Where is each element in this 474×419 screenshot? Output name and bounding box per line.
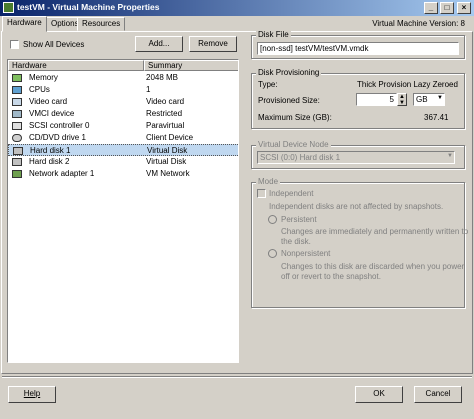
independent-label: Independent [269,189,314,198]
hardware-summary: Restricted [146,109,183,118]
cancel-button[interactable]: Cancel [414,386,462,403]
hardware-name: SCSI controller 0 [29,121,90,130]
hardware-name: CD/DVD drive 1 [29,133,86,142]
nonpersistent-radio[interactable] [268,249,277,258]
persistent-description: Changes are immediately and permanently … [281,227,469,236]
maximum-size-label: Maximum Size (GB): [258,113,332,122]
remove-button-label: Remove [198,39,228,48]
spinner-down-icon[interactable]: ▼ [398,100,406,106]
video-card-icon [12,98,22,106]
hardware-name: Memory [29,73,58,82]
disk-file-field[interactable]: [non-ssd] testVM/testVM.vmdk [257,42,459,55]
hardware-summary: VM Network [146,169,190,178]
independent-description: Independent disks are not affected by sn… [269,202,444,211]
hardware-name: Hard disk 1 [30,146,71,155]
remove-button[interactable]: Remove [189,36,237,52]
table-row[interactable]: Video card Video card [8,96,238,108]
persistent-label: Persistent [281,215,317,224]
cancel-button-label: Cancel [425,389,451,398]
tab-bar: Hardware Options Resources Virtual Machi… [0,16,474,32]
add-button-label: Add... [148,39,170,48]
hardware-summary: Virtual Disk [146,157,187,166]
network-adapter-icon [12,170,22,178]
virtual-device-node-title: Virtual Device Node [256,140,331,149]
hardware-name: CPUs [29,85,50,94]
nonpersistent-description: off or revert to the snapshot. [281,272,381,281]
scsi-icon [12,122,22,130]
provisioned-size-input[interactable]: 5 [356,93,397,106]
disk-provisioning-title: Disk Provisioning [256,68,322,77]
hardware-summary: 2048 MB [146,73,179,82]
size-spinner[interactable]: ▲ ▼ [397,93,407,106]
hardware-name: VMCI device [29,109,75,118]
ok-button-label: OK [373,389,385,398]
persistent-radio[interactable] [268,215,277,224]
chevron-down-icon[interactable]: ▼ [437,95,443,101]
type-label: Type: [258,80,278,89]
table-row[interactable]: CPUs 1 [8,84,238,96]
size-unit-select[interactable]: GB ▼ [413,93,445,106]
provisioned-size-label: Provisioned Size: [258,96,320,105]
help-button-label: Help [23,389,41,398]
memory-icon [12,74,22,82]
hardware-summary: Video card [146,97,185,106]
window-title: testVM - Virtual Machine Properties [17,2,160,12]
maximize-button[interactable]: □ [440,2,454,14]
table-row[interactable]: CD/DVD drive 1 Client Device [8,132,238,144]
hardware-name: Network adapter 1 [29,169,95,178]
close-button[interactable]: × [457,2,471,14]
tab-hardware[interactable]: Hardware [2,16,47,32]
maximum-size-value: 367.41 [424,113,449,122]
table-row[interactable]: Network adapter 1 VM Network [8,168,238,180]
virtual-device-node-value: SCSI (0:0) Hard disk 1 [260,153,341,162]
virtual-device-node-select[interactable]: SCSI (0:0) Hard disk 1 ▼ [257,151,455,164]
cpu-icon [12,86,22,94]
hardware-summary: 1 [146,85,151,94]
mode-title: Mode [256,177,281,186]
column-header-summary[interactable]: Summary [144,60,238,71]
hardware-name: Video card [29,97,68,106]
size-unit-value: GB [416,95,428,104]
show-all-devices-label: Show All Devices [23,40,85,49]
hard-disk-icon [13,147,23,155]
vmci-icon [12,110,22,118]
help-button[interactable]: Help [8,386,56,403]
vm-version-label: Virtual Machine Version: 8 [372,19,465,28]
hard-disk-icon [12,158,22,166]
show-all-devices-checkbox[interactable] [10,40,19,49]
ok-button[interactable]: OK [355,386,403,403]
vm-icon [3,2,14,13]
table-row-selected[interactable]: Hard disk 1 Virtual Disk [8,144,238,156]
independent-checkbox[interactable] [257,189,266,198]
table-row[interactable]: Hard disk 2 Virtual Disk [8,156,238,168]
add-button[interactable]: Add... [135,36,183,52]
hardware-summary: Client Device [146,133,194,142]
hardware-summary: Virtual Disk [147,146,188,155]
table-row[interactable]: Memory 2048 MB [8,72,238,84]
footer-separator [2,376,472,378]
nonpersistent-label: Nonpersistent [281,249,331,258]
hardware-table[interactable]: Hardware Summary Memory 2048 MB CPUs 1 V… [7,59,239,363]
table-row[interactable]: SCSI controller 0 Paravirtual [8,120,238,132]
title-bar: testVM - Virtual Machine Properties _ □ … [0,0,474,16]
chevron-down-icon: ▼ [447,153,453,159]
type-value: Thick Provision Lazy Zeroed [357,80,458,89]
table-row[interactable]: VMCI device Restricted [8,108,238,120]
tab-resources[interactable]: Resources [77,17,126,31]
hardware-summary: Paravirtual [146,121,185,130]
persistent-description: the disk. [281,237,311,246]
nonpersistent-description: Changes to this disk are discarded when … [281,262,465,271]
cd-dvd-icon [12,134,22,142]
disk-file-title: Disk File [256,30,291,39]
column-header-hardware[interactable]: Hardware [8,60,144,71]
minimize-button[interactable]: _ [424,2,438,14]
hardware-name: Hard disk 2 [29,157,70,166]
